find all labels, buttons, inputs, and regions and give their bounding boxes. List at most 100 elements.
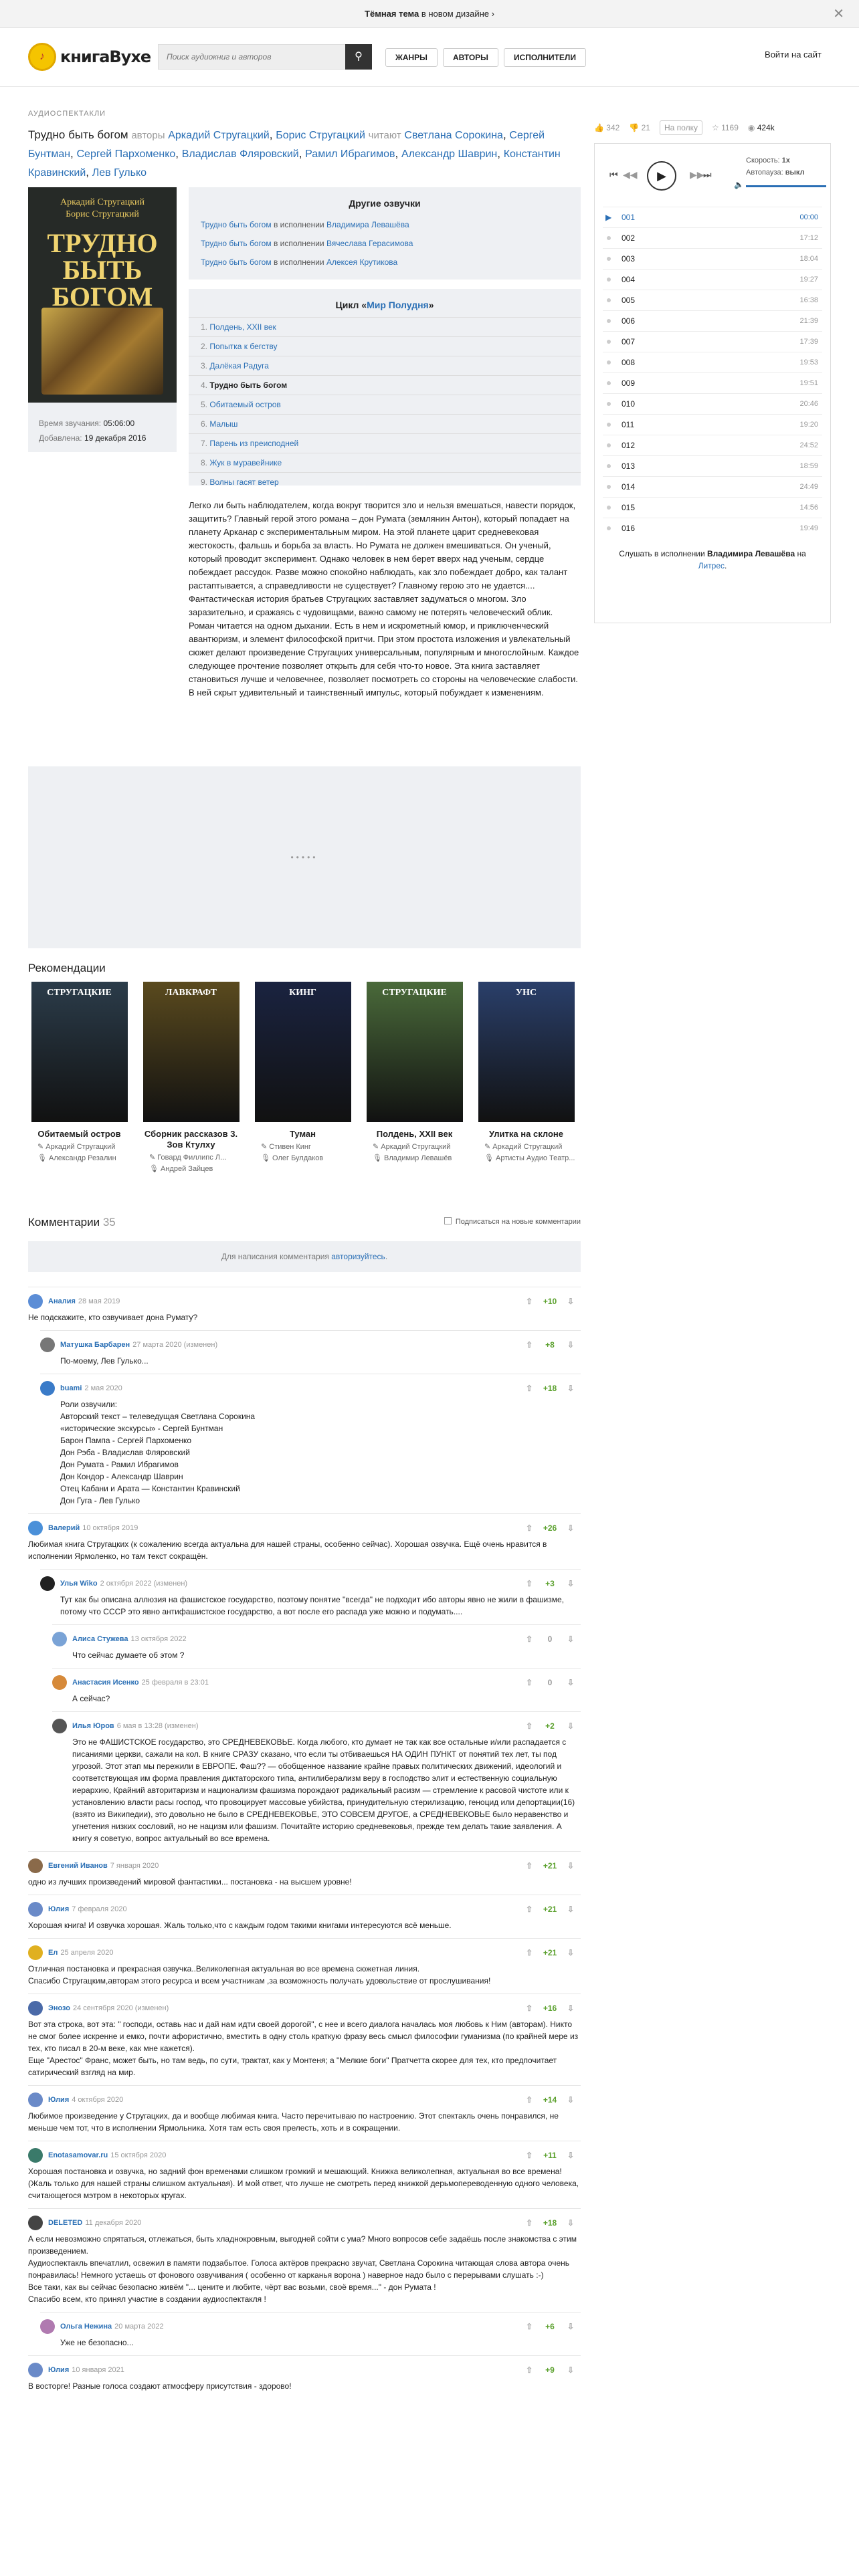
track-item[interactable]: 011 19:20 (603, 414, 822, 435)
arrow-up-icon[interactable]: ⇧ (526, 1678, 533, 1687)
login-link[interactable]: Войти на сайт (765, 49, 822, 60)
arrow-down-icon[interactable]: ⇩ (567, 2095, 574, 2105)
avatar[interactable] (28, 2216, 43, 2230)
track-item[interactable]: 015 14:56 (603, 497, 822, 518)
arrow-up-icon[interactable]: ⇧ (526, 2218, 533, 2228)
voice-reader-link[interactable]: Владимира Левашёва (326, 220, 409, 229)
avatar[interactable] (40, 2319, 55, 2334)
arrow-down-icon[interactable]: ⇩ (567, 1905, 574, 1914)
speed-value[interactable]: 1x (782, 156, 790, 165)
search-input[interactable] (158, 44, 347, 70)
other-voice-item[interactable]: Трудно быть богом в исполнении Алексея К… (189, 253, 581, 272)
arrow-up-icon[interactable]: ⇧ (526, 1861, 533, 1870)
comment-author[interactable]: Энозо (48, 2004, 70, 2012)
avatar[interactable] (52, 1675, 67, 1690)
track-item[interactable]: 016 19:49 (603, 518, 822, 538)
comment-author[interactable]: Анастасия Исенко (72, 1679, 139, 1687)
track-item[interactable]: ▶ 001 00:00 (603, 207, 822, 227)
arrow-down-icon[interactable]: ⇩ (567, 1634, 574, 1644)
cycle-item[interactable]: 5. Обитаемый остров (189, 395, 581, 414)
arrow-up-icon[interactable]: ⇧ (526, 1297, 533, 1306)
subscribe-checkbox[interactable]: Подписаться на новые комментарии (444, 1217, 581, 1226)
voice-reader-link[interactable]: Вячеслава Герасимова (326, 239, 413, 248)
arrow-up-icon[interactable]: ⇧ (526, 2322, 533, 2331)
comment-author[interactable]: Улья Wiko (60, 1580, 98, 1588)
arrow-up-icon[interactable]: ⇧ (526, 1948, 533, 1957)
avatar[interactable] (28, 1945, 43, 1960)
arrow-up-icon[interactable]: ⇧ (526, 1721, 533, 1731)
avatar[interactable] (28, 2001, 43, 2016)
arrow-up-icon[interactable]: ⇧ (526, 1634, 533, 1644)
voice-reader-link[interactable]: Алексея Крутикова (326, 257, 397, 267)
other-voice-item[interactable]: Трудно быть богом в исполнении Вячеслава… (189, 234, 581, 253)
arrow-down-icon[interactable]: ⇩ (567, 1297, 574, 1306)
track-item[interactable]: 006 21:39 (603, 310, 822, 331)
comment-author[interactable]: DELETED (48, 2219, 82, 2227)
reader-link[interactable]: Рамил Ибрагимов (305, 148, 395, 160)
arrow-up-icon[interactable]: ⇧ (526, 2004, 533, 2013)
recommendation-cover[interactable]: СТРУГАЦКИЕ (31, 982, 128, 1122)
volume-slider[interactable] (746, 185, 826, 187)
litres-link[interactable]: Литрес (698, 561, 725, 570)
other-voice-item[interactable]: Трудно быть богом в исполнении Владимира… (189, 215, 581, 234)
reader-link[interactable]: Лев Гулько (92, 167, 147, 179)
volume-icon[interactable]: 🔈 (734, 180, 744, 189)
arrow-up-icon[interactable]: ⇧ (526, 1905, 533, 1914)
comment-author[interactable]: Матушка Барбарен (60, 1341, 130, 1349)
breadcrumb[interactable]: АУДИОСПЕКТАКЛИ (28, 110, 581, 118)
autopause-value[interactable]: выкл (785, 169, 805, 177)
avatar[interactable] (52, 1632, 67, 1646)
comment-author[interactable]: Валерий (48, 1524, 80, 1532)
reader-link[interactable]: Сергей Пархоменко (77, 148, 176, 160)
track-item[interactable]: 002 17:12 (603, 227, 822, 248)
logo[interactable]: ♪ книгаВухе (28, 43, 151, 71)
shelf-button[interactable]: На полку (659, 120, 702, 135)
cycle-item-link[interactable]: Полдень, XXII век (209, 322, 276, 332)
track-item[interactable]: 009 19:51 (603, 372, 822, 393)
avatar[interactable] (28, 1902, 43, 1917)
arrow-up-icon[interactable]: ⇧ (526, 2151, 533, 2160)
dislike-button[interactable]: 👎 21 (629, 123, 650, 132)
avatar[interactable] (28, 2363, 43, 2377)
promo-banner[interactable]: Тёмная тема в новом дизайне › ✕ (0, 0, 859, 28)
reader-link[interactable]: Александр Шаврин (401, 148, 497, 160)
cycle-item[interactable]: 6. Малыш (189, 414, 581, 433)
recommendation-card[interactable]: УНС Улитка на склоне ✎ Аркадий Стругацки… (475, 982, 577, 1173)
recommendation-title[interactable]: Улитка на склоне (475, 1129, 577, 1140)
arrow-down-icon[interactable]: ⇩ (567, 1523, 574, 1533)
comment-author[interactable]: Евгений Иванов (48, 1862, 108, 1870)
track-item[interactable]: 014 24:49 (603, 476, 822, 497)
forward-icon[interactable]: ▶▶ (690, 169, 704, 181)
like-button[interactable]: 👍 342 (594, 123, 619, 132)
avatar[interactable] (28, 1294, 43, 1309)
arrow-down-icon[interactable]: ⇩ (567, 1579, 574, 1588)
search-button[interactable]: ⚲ (345, 44, 372, 70)
reader-link[interactable]: Владислав Фляровский (182, 148, 299, 160)
comment-author[interactable]: Юлия (48, 2096, 69, 2104)
arrow-up-icon[interactable]: ⇧ (526, 1523, 533, 1533)
recommendation-cover[interactable]: ЛАВКРАФТ (142, 982, 240, 1122)
recommendation-cover[interactable]: СТРУГАЦКИЕ (366, 982, 463, 1122)
arrow-up-icon[interactable]: ⇧ (526, 1579, 533, 1588)
avatar[interactable] (52, 1719, 67, 1733)
track-item[interactable]: 004 19:27 (603, 269, 822, 290)
arrow-down-icon[interactable]: ⇩ (567, 1678, 574, 1687)
cycle-item[interactable]: 8. Жук в муравейнике (189, 453, 581, 472)
track-item[interactable]: 003 18:04 (603, 248, 822, 269)
cycle-item-link[interactable]: Парень из преисподней (209, 439, 298, 448)
reader-link[interactable]: Светлана Сорокина (404, 130, 503, 141)
avatar[interactable] (28, 2092, 43, 2107)
avatar[interactable] (28, 1521, 43, 1535)
arrow-down-icon[interactable]: ⇩ (567, 2151, 574, 2160)
avatar[interactable] (28, 2148, 43, 2163)
nav-genres[interactable]: ЖАНРЫ (385, 48, 438, 67)
cycle-item-link[interactable]: Жук в муравейнике (209, 458, 282, 467)
comment-author[interactable]: Юлия (48, 1905, 69, 1913)
close-icon[interactable]: ✕ (833, 0, 844, 28)
voice-book-link[interactable]: Трудно быть богом (201, 239, 272, 248)
cycle-item[interactable]: 2. Попытка к бегству (189, 336, 581, 356)
comment-author[interactable]: buami (60, 1384, 82, 1392)
arrow-down-icon[interactable]: ⇩ (567, 1721, 574, 1731)
voice-book-link[interactable]: Трудно быть богом (201, 220, 272, 229)
recommendation-card[interactable]: СТРУГАЦКИЕ Обитаемый остров ✎ Аркадий Ст… (28, 982, 130, 1173)
